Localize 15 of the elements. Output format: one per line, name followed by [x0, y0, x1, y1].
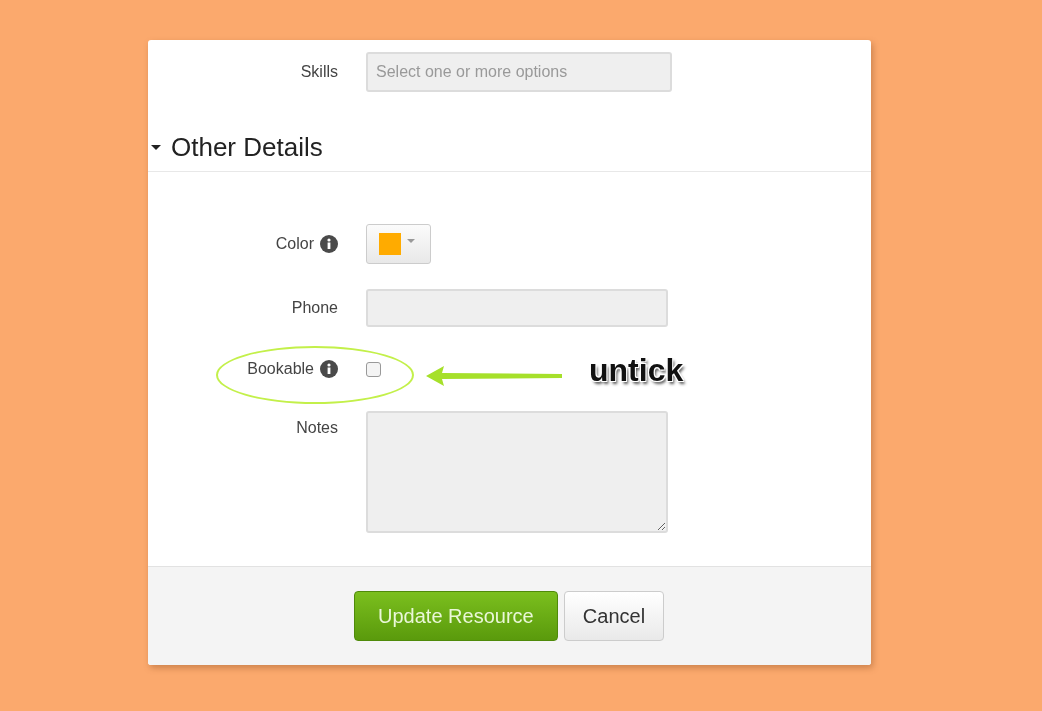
field-label: Bookable [247, 360, 314, 378]
section-header[interactable]: Other Details [148, 129, 871, 172]
field-label: Skills [300, 63, 338, 81]
checkbox[interactable] [366, 361, 381, 377]
field-label: Notes [296, 419, 338, 437]
notes-field[interactable] [366, 411, 668, 533]
cancel-button[interactable]: Cancel [563, 591, 665, 641]
annotation-text: untick [589, 352, 684, 389]
field-label: Color [275, 235, 314, 253]
color-picker[interactable] [366, 224, 431, 264]
phone-field[interactable] [366, 289, 668, 327]
info-icon[interactable] [320, 235, 338, 253]
field-label: Phone [291, 299, 338, 317]
caret-icon [407, 239, 415, 243]
info-icon[interactable] [320, 360, 338, 378]
